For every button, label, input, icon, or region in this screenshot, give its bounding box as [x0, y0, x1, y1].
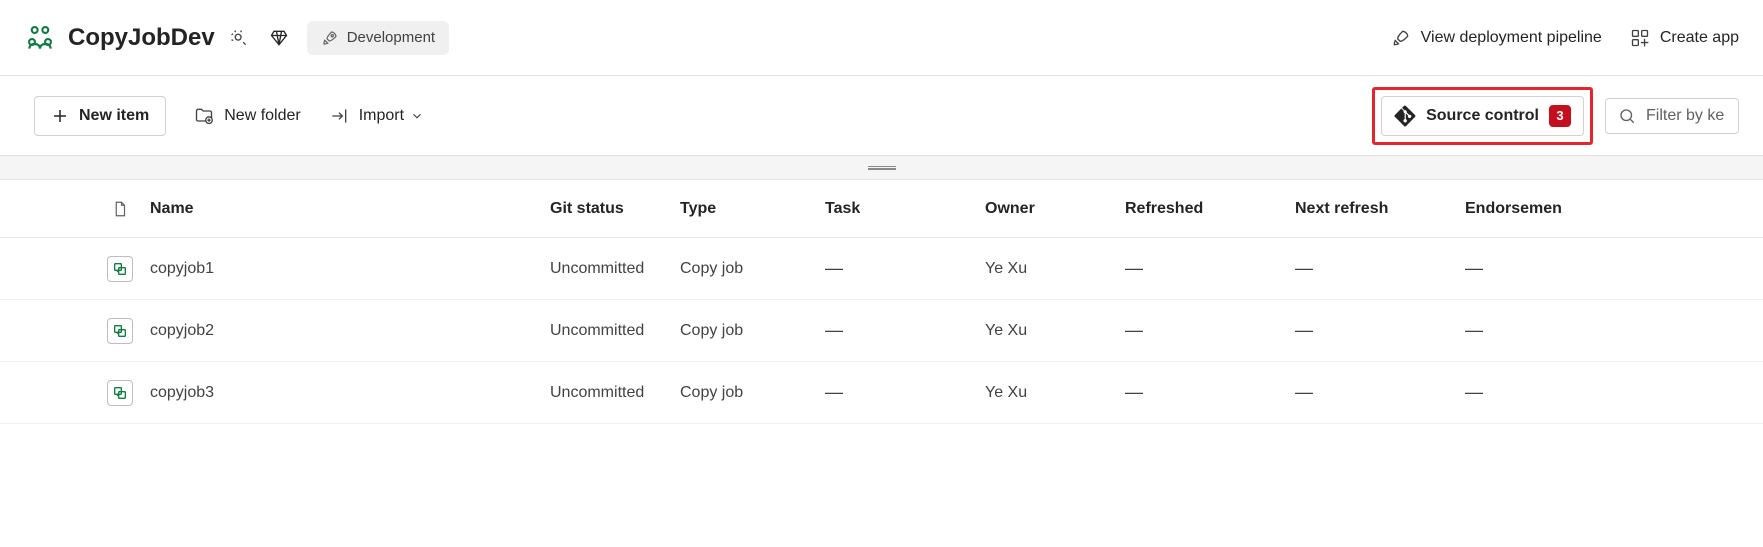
- cell-type: Copy job: [680, 322, 825, 340]
- col-header-name[interactable]: Name: [150, 200, 550, 218]
- cell-git-status: Uncommitted: [550, 384, 680, 402]
- view-deployment-pipeline-label: View deployment pipeline: [1421, 29, 1602, 47]
- filter-box[interactable]: [1605, 98, 1739, 134]
- diamond-icon[interactable]: [263, 22, 295, 54]
- view-deployment-pipeline-link[interactable]: View deployment pipeline: [1391, 28, 1602, 48]
- chevron-down-icon: [410, 109, 424, 123]
- import-label: Import: [359, 107, 404, 125]
- search-icon: [1618, 107, 1636, 125]
- rocket-icon: [321, 29, 339, 47]
- cell-type: Copy job: [680, 260, 825, 278]
- cell-owner: Ye Xu: [985, 322, 1125, 340]
- col-header-task[interactable]: Task: [825, 200, 985, 218]
- cell-refreshed: —: [1125, 382, 1295, 403]
- cell-type: Copy job: [680, 384, 825, 402]
- cell-task: —: [825, 320, 985, 341]
- cell-owner: Ye Xu: [985, 384, 1125, 402]
- copyjob-icon: [107, 380, 133, 406]
- source-control-label: Source control: [1426, 107, 1539, 125]
- table-row[interactable]: copyjob2 Uncommitted Copy job — Ye Xu — …: [0, 300, 1763, 362]
- copyjob-icon: [107, 318, 133, 344]
- cell-endorsement: —: [1465, 258, 1665, 279]
- cell-refreshed: —: [1125, 320, 1295, 341]
- source-control-button[interactable]: Source control 3: [1381, 96, 1584, 136]
- toolbar: New item New folder Import Source contro…: [0, 76, 1763, 156]
- folder-plus-icon: [194, 106, 214, 126]
- plus-icon: [51, 107, 69, 125]
- col-header-refreshed[interactable]: Refreshed: [1125, 200, 1295, 218]
- cell-endorsement: —: [1465, 382, 1665, 403]
- new-folder-label: New folder: [224, 107, 300, 125]
- source-control-badge: 3: [1549, 105, 1571, 127]
- copyjob-icon: [107, 256, 133, 282]
- resize-divider[interactable]: [0, 156, 1763, 180]
- cell-next-refresh: —: [1295, 382, 1465, 403]
- cell-next-refresh: —: [1295, 320, 1465, 341]
- import-icon: [329, 106, 349, 126]
- workspace-icon: [24, 22, 56, 54]
- col-header-endorsement[interactable]: Endorsemen: [1465, 200, 1665, 218]
- cell-next-refresh: —: [1295, 258, 1465, 279]
- col-header-type[interactable]: Type: [680, 200, 825, 218]
- table-header-row: Name Git status Type Task Owner Refreshe…: [0, 180, 1763, 238]
- new-item-label: New item: [79, 107, 149, 125]
- new-folder-button[interactable]: New folder: [194, 106, 300, 126]
- file-icon: [111, 198, 129, 220]
- workspace-title: CopyJobDev: [68, 24, 215, 52]
- table-row[interactable]: copyjob1 Uncommitted Copy job — Ye Xu — …: [0, 238, 1763, 300]
- cell-name: copyjob2: [150, 322, 550, 340]
- col-header-git-status[interactable]: Git status: [550, 200, 680, 218]
- create-app-link[interactable]: Create app: [1630, 28, 1739, 48]
- cell-task: —: [825, 382, 985, 403]
- cell-endorsement: —: [1465, 320, 1665, 341]
- table-row[interactable]: copyjob3 Uncommitted Copy job — Ye Xu — …: [0, 362, 1763, 424]
- environment-pill[interactable]: Development: [307, 21, 449, 55]
- workspace-settings-icon[interactable]: [223, 22, 255, 54]
- environment-label: Development: [347, 29, 435, 46]
- cell-name: copyjob1: [150, 260, 550, 278]
- source-control-highlight: Source control 3: [1372, 87, 1593, 145]
- import-button[interactable]: Import: [329, 106, 434, 126]
- new-item-button[interactable]: New item: [34, 96, 166, 136]
- grip-icon: [868, 166, 896, 170]
- cell-owner: Ye Xu: [985, 260, 1125, 278]
- cell-task: —: [825, 258, 985, 279]
- col-header-next-refresh[interactable]: Next refresh: [1295, 200, 1465, 218]
- items-table: Name Git status Type Task Owner Refreshe…: [0, 180, 1763, 424]
- rocket-icon: [1391, 28, 1411, 48]
- cell-refreshed: —: [1125, 258, 1295, 279]
- cell-git-status: Uncommitted: [550, 260, 680, 278]
- git-icon: [1394, 105, 1416, 127]
- cell-name: copyjob3: [150, 384, 550, 402]
- cell-git-status: Uncommitted: [550, 322, 680, 340]
- col-header-owner[interactable]: Owner: [985, 200, 1125, 218]
- workspace-header: CopyJobDev Development View deployment p…: [0, 0, 1763, 76]
- filter-input[interactable]: [1646, 107, 1726, 125]
- create-app-label: Create app: [1660, 29, 1739, 47]
- app-grid-icon: [1630, 28, 1650, 48]
